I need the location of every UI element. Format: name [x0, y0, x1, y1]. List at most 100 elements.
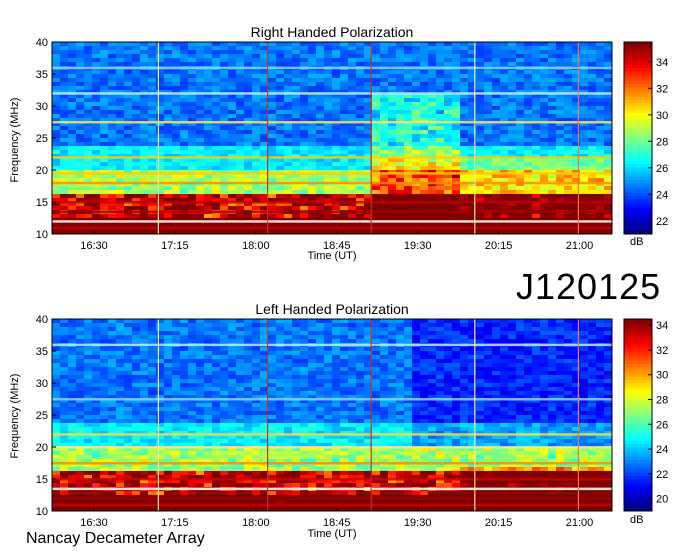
- spectrogram-cell: [148, 347, 157, 352]
- spectrogram-cell: [276, 134, 285, 139]
- spectrogram-cell: [308, 78, 317, 83]
- spectrogram-cell: [244, 46, 253, 51]
- spectrogram-cell: [164, 82, 173, 87]
- spectrogram-cell: [564, 327, 573, 332]
- spectrogram-cell: [252, 391, 261, 396]
- spectrogram-cell: [332, 387, 341, 392]
- spectrogram-cell: [500, 138, 509, 143]
- spectrogram-cell: [124, 102, 133, 107]
- spectrogram-cell: [204, 206, 213, 211]
- spectrogram-cell: [156, 383, 165, 388]
- spectrogram-cell: [324, 387, 333, 392]
- spectrogram-cell: [396, 130, 405, 135]
- spectrogram-cell: [92, 114, 101, 119]
- colorbar-step: [624, 195, 652, 200]
- spectrogram-cell: [244, 166, 253, 171]
- spectrogram-cell: [500, 206, 509, 211]
- spectrogram-cell: [92, 78, 101, 83]
- spectrogram-cell: [228, 371, 237, 376]
- spectrogram-cell: [276, 379, 285, 384]
- spectrogram-cell: [196, 58, 205, 63]
- spectrogram-cell: [148, 335, 157, 340]
- spectrogram-cell: [188, 150, 197, 155]
- spectrogram-cell: [100, 359, 109, 364]
- spectrogram-cell: [372, 339, 381, 344]
- spectrogram-cell: [412, 150, 421, 155]
- spectrogram-cell: [52, 351, 61, 356]
- spectrogram-cell: [388, 335, 397, 340]
- spectrogram-cell: [380, 355, 389, 360]
- spectrogram-cell: [460, 166, 469, 171]
- spectrogram-cell: [92, 351, 101, 356]
- spectrogram-cell: [588, 375, 597, 380]
- spectrogram-cell: [604, 142, 613, 147]
- spectrogram-cell: [524, 323, 533, 328]
- spectrogram-cell: [540, 379, 549, 384]
- spectrogram-cell: [452, 375, 461, 380]
- spectrogram-cell: [148, 150, 157, 155]
- spectrogram-cell: [228, 194, 237, 199]
- spectrogram-cell: [300, 50, 309, 55]
- spectrogram-cell: [452, 50, 461, 55]
- spectrogram-cell: [76, 166, 85, 171]
- spectrogram-cell: [84, 363, 93, 368]
- spectrogram-cell: [452, 74, 461, 79]
- spectrogram-cell: [532, 214, 541, 219]
- spectrogram-cell: [108, 110, 117, 115]
- spectrogram-cell: [524, 331, 533, 336]
- spectrogram-cell: [388, 367, 397, 372]
- spectrogram-cell: [412, 347, 421, 352]
- spectrogram-cell: [140, 98, 149, 103]
- spectrogram-cell: [356, 166, 365, 171]
- spectrogram-cell: [228, 331, 237, 336]
- spectrogram-cell: [220, 114, 229, 119]
- spectrogram-cell: [580, 178, 589, 183]
- spectrogram-cell: [516, 62, 525, 67]
- spectrogram-cell: [284, 351, 293, 356]
- spectrogram-cell: [220, 371, 229, 376]
- spectrogram-cell: [188, 82, 197, 87]
- spectrogram-cell: [140, 74, 149, 79]
- spectrogram-cell: [76, 391, 85, 396]
- spectrogram-cell: [180, 403, 189, 408]
- spectrogram-cell: [124, 46, 133, 51]
- spectrogram-cell: [532, 142, 541, 147]
- spectrogram-cell: [540, 391, 549, 396]
- spectrogram-cell: [516, 126, 525, 131]
- spectrogram-cell: [164, 62, 173, 67]
- spectrogram-cell: [164, 74, 173, 79]
- spectrogram-cell: [204, 323, 213, 328]
- spectrogram-cell: [84, 70, 93, 75]
- spectrogram-cell: [84, 130, 93, 135]
- spectrogram-cell: [196, 114, 205, 119]
- colorbar-step: [624, 147, 652, 152]
- spectrogram-cell: [372, 142, 381, 147]
- spectrogram-cell: [508, 58, 517, 63]
- spectrogram-cell: [196, 190, 205, 195]
- spectrogram-cell: [380, 371, 389, 376]
- spectrogram-cell: [292, 319, 301, 324]
- spectrogram-cell: [396, 106, 405, 111]
- spectrogram-cell: [460, 78, 469, 83]
- spectrogram-cell: [220, 126, 229, 131]
- spectrogram-cell: [244, 50, 253, 55]
- spectrogram-cell: [428, 327, 437, 332]
- spectrogram-cell: [444, 363, 453, 368]
- spectrogram-cell: [284, 339, 293, 344]
- spectrogram-cell: [564, 331, 573, 336]
- spectrogram-cell: [60, 375, 69, 380]
- spectrogram-cell: [348, 114, 357, 119]
- spectrogram-cell: [188, 126, 197, 131]
- spectrogram-cell: [452, 391, 461, 396]
- spectrogram-cell: [404, 138, 413, 143]
- spectrogram-cell: [68, 114, 77, 119]
- spectrogram-cell: [244, 82, 253, 87]
- spectrogram-cell: [388, 166, 397, 171]
- spectrogram-cell: [484, 351, 493, 356]
- spectrogram-cell: [596, 186, 605, 191]
- spectrogram-cell: [484, 331, 493, 336]
- spectrogram-cell: [588, 70, 597, 75]
- spectrogram-cell: [588, 339, 597, 344]
- spectrogram-cell: [220, 319, 229, 324]
- spectrogram-cell: [188, 327, 197, 332]
